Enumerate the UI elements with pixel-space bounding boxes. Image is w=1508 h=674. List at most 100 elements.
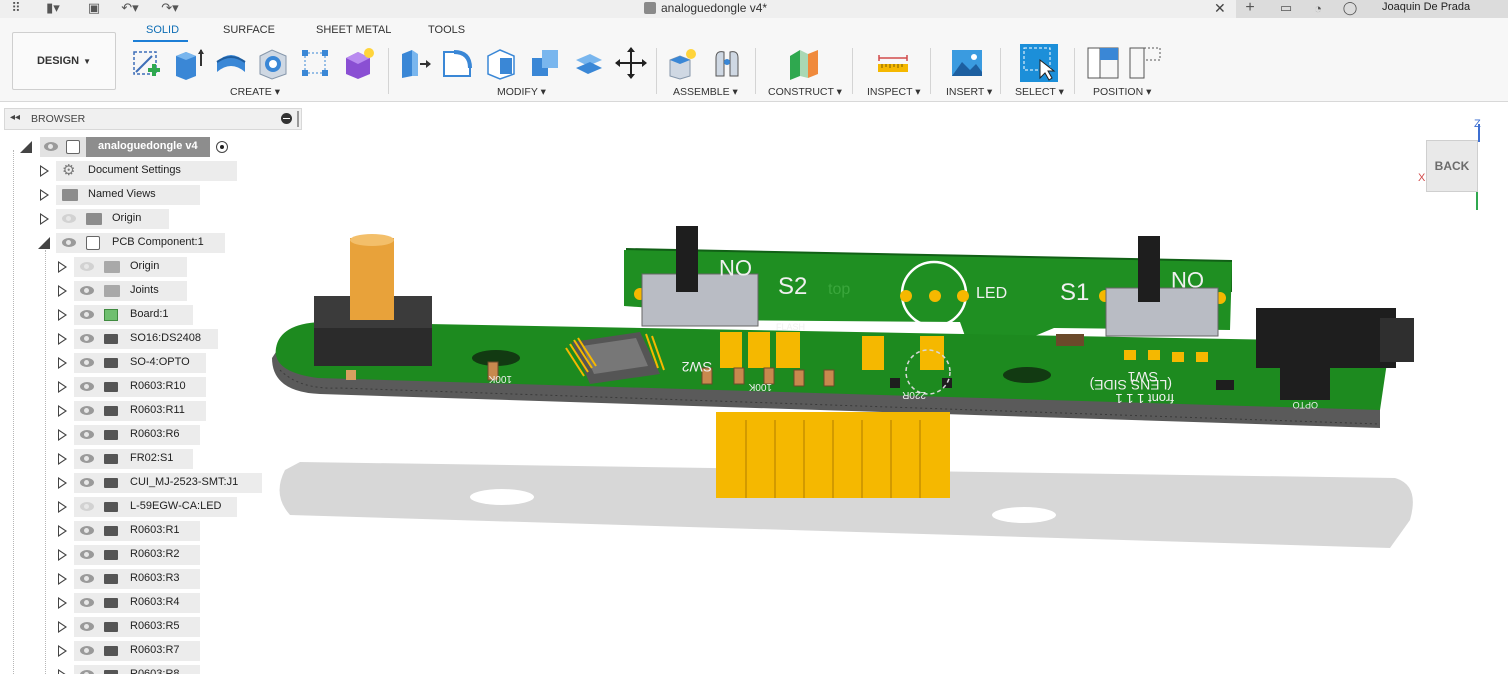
view-cube-face[interactable]: BACK — [1426, 140, 1478, 192]
tree-item[interactable]: R0603:R4 — [0, 593, 300, 613]
select-icon[interactable] — [1020, 44, 1058, 82]
eye-icon[interactable] — [62, 214, 76, 223]
tree-item[interactable]: R0603:R11 — [0, 401, 300, 421]
revolve-icon[interactable] — [214, 46, 248, 80]
tree-item[interactable]: R0603:R10 — [0, 377, 300, 397]
expand-arrow-icon[interactable] — [40, 165, 49, 177]
expand-arrow-icon[interactable] — [58, 621, 67, 633]
tree-item[interactable]: SO-4:OPTO — [0, 353, 300, 373]
eye-icon[interactable] — [80, 262, 94, 271]
tree-item[interactable]: FR02:S1 — [0, 449, 300, 469]
split-body-icon[interactable] — [572, 46, 606, 80]
expand-arrow-icon[interactable] — [58, 669, 67, 674]
expand-arrow-icon[interactable] — [58, 357, 67, 369]
fillet-icon[interactable] — [440, 46, 474, 80]
browser-header[interactable]: ◂◂ BROWSER — [4, 108, 302, 130]
capture-position-icon[interactable] — [1086, 46, 1120, 80]
view-cube[interactable]: Z X BACK — [1418, 118, 1488, 214]
expand-arrow-icon[interactable] — [58, 381, 67, 393]
eye-icon[interactable] — [80, 358, 94, 367]
eye-icon[interactable] — [80, 430, 94, 439]
expand-arrow-icon[interactable] — [40, 213, 49, 225]
expanded-arrow-icon[interactable] — [20, 141, 32, 153]
position-menu[interactable]: POSITION ▾ — [1093, 86, 1151, 98]
pattern-icon[interactable] — [298, 46, 332, 80]
measure-icon[interactable] — [876, 46, 910, 80]
expand-arrow-icon[interactable] — [58, 333, 67, 345]
eye-icon[interactable] — [80, 502, 94, 511]
expand-arrow-icon[interactable] — [58, 597, 67, 609]
activate-radio-icon[interactable] — [216, 141, 228, 153]
select-menu[interactable]: SELECT ▾ — [1015, 86, 1064, 98]
undo-icon[interactable]: ↶▾ — [118, 0, 142, 16]
eye-icon[interactable] — [80, 526, 94, 535]
tree-item[interactable]: Board:1 — [0, 305, 300, 325]
tree-item[interactable]: R0603:R1 — [0, 521, 300, 541]
tree-item[interactable]: Origin — [0, 257, 300, 277]
joint-icon[interactable] — [710, 46, 744, 80]
save-icon[interactable]: ▣ — [86, 0, 102, 16]
tree-item[interactable]: CUI_MJ-2523-SMT:J1 — [0, 473, 300, 493]
eye-icon[interactable] — [80, 478, 94, 487]
eye-icon[interactable] — [80, 550, 94, 559]
app-grid-icon[interactable]: ⠿ — [8, 0, 24, 16]
tree-item[interactable]: SO16:DS2408 — [0, 329, 300, 349]
collapse-browser-icon[interactable]: ◂◂ — [10, 112, 20, 123]
eye-icon[interactable] — [80, 286, 94, 295]
expand-arrow-icon[interactable] — [58, 285, 67, 297]
tree-item[interactable]: R0603:R2 — [0, 545, 300, 565]
panel-resize-handle[interactable] — [297, 111, 299, 127]
insert-menu[interactable]: INSERT ▾ — [946, 86, 992, 98]
file-menu-icon[interactable]: ▮▾ — [40, 0, 66, 16]
eye-icon[interactable] — [80, 646, 94, 655]
expand-arrow-icon[interactable] — [58, 429, 67, 441]
tree-item[interactable]: R0603:R3 — [0, 569, 300, 589]
chat-icon[interactable]: ▭ — [1278, 0, 1294, 16]
expand-arrow-icon[interactable] — [58, 477, 67, 489]
tree-item[interactable]: Origin — [0, 209, 300, 229]
assemble-menu[interactable]: ASSEMBLE ▾ — [673, 86, 738, 98]
expanded-arrow-icon[interactable] — [38, 237, 50, 249]
create-sketch-icon[interactable] — [130, 46, 164, 80]
form-icon[interactable] — [342, 46, 376, 80]
tab-surface[interactable]: SURFACE — [223, 24, 275, 36]
expand-arrow-icon[interactable] — [58, 453, 67, 465]
expand-arrow-icon[interactable] — [58, 261, 67, 273]
create-menu[interactable]: CREATE ▾ — [230, 86, 280, 98]
tree-item[interactable]: ⚙ Document Settings — [0, 161, 300, 181]
hole-icon[interactable] — [256, 46, 290, 80]
eye-icon[interactable] — [62, 238, 76, 247]
construct-menu[interactable]: CONSTRUCT ▾ — [768, 86, 842, 98]
move-icon[interactable] — [614, 46, 648, 80]
help-icon[interactable]: ◯ — [1342, 0, 1358, 16]
expand-arrow-icon[interactable] — [58, 573, 67, 585]
tree-item[interactable]: R0603:R7 — [0, 641, 300, 661]
eye-icon[interactable] — [80, 334, 94, 343]
eye-icon[interactable] — [80, 622, 94, 631]
tree-item[interactable]: PCB Component:1 — [0, 233, 300, 253]
close-document-icon[interactable]: ✕ — [1214, 0, 1226, 17]
revert-position-icon[interactable] — [1128, 46, 1162, 80]
new-component-icon[interactable] — [666, 46, 700, 80]
tree-item[interactable]: Named Views — [0, 185, 300, 205]
eye-icon[interactable] — [44, 142, 58, 151]
expand-arrow-icon[interactable] — [58, 405, 67, 417]
offset-plane-icon[interactable] — [786, 46, 820, 80]
tree-item[interactable]: R0603:R5 — [0, 617, 300, 637]
tree-item[interactable]: Joints — [0, 281, 300, 301]
expand-arrow-icon[interactable] — [58, 309, 67, 321]
extrude-icon[interactable] — [172, 46, 206, 80]
press-pull-icon[interactable] — [398, 46, 432, 80]
combine-icon[interactable] — [528, 46, 562, 80]
expand-arrow-icon[interactable] — [58, 525, 67, 537]
eye-icon[interactable] — [80, 382, 94, 391]
new-tab-icon[interactable]: + — [1242, 0, 1258, 16]
tab-tools[interactable]: TOOLS — [428, 24, 465, 36]
tree-item[interactable]: L-59EGW-CA:LED — [0, 497, 300, 517]
tab-solid[interactable]: SOLID — [146, 24, 179, 36]
minimize-browser-icon[interactable] — [281, 113, 292, 124]
redo-icon[interactable]: ↷▾ — [158, 0, 182, 16]
insert-image-icon[interactable] — [950, 46, 984, 80]
expand-arrow-icon[interactable] — [58, 645, 67, 657]
tree-item[interactable]: R0603:R8 — [0, 665, 300, 674]
